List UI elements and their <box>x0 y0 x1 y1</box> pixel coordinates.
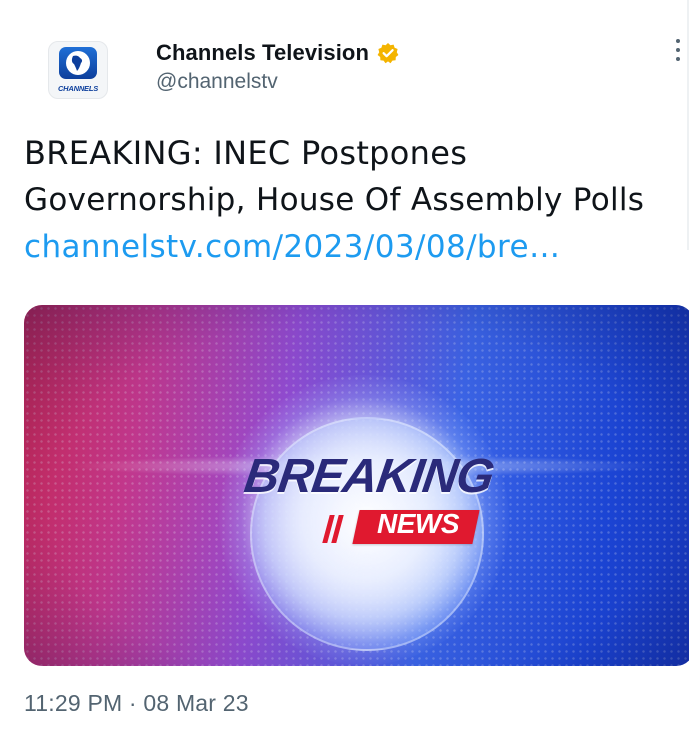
tweet-text-line-2: Governorship, House Of Assembly Polls <box>24 182 645 218</box>
verified-badge-icon <box>377 42 399 64</box>
avatar[interactable]: CHANNELS <box>48 41 108 99</box>
author-name-row[interactable]: Channels Television <box>156 38 399 68</box>
tweet-media-image[interactable]: BREAKING NEWS <box>24 305 689 666</box>
author-handle[interactable]: @channelstv <box>156 70 278 94</box>
channels-logo-icon <box>59 47 97 79</box>
tweet-timestamp[interactable]: 11:29 PM · 08 Mar 23 <box>24 690 249 717</box>
more-vertical-icon[interactable] <box>668 32 688 68</box>
news-accent-bars <box>322 515 348 543</box>
tweet-text: BREAKING: INEC Postpones Governorship, H… <box>24 130 689 271</box>
media-headline: BREAKING <box>241 450 497 503</box>
tweet-text-line-1: BREAKING: INEC Postpones <box>24 134 468 172</box>
author-display-name[interactable]: Channels Television <box>156 40 369 66</box>
tweet-link[interactable]: channelstv.com/2023/03/08/bre… <box>24 224 689 271</box>
media-subheadline: NEWS <box>377 508 460 539</box>
avatar-brand-text: CHANNELS <box>57 84 99 93</box>
